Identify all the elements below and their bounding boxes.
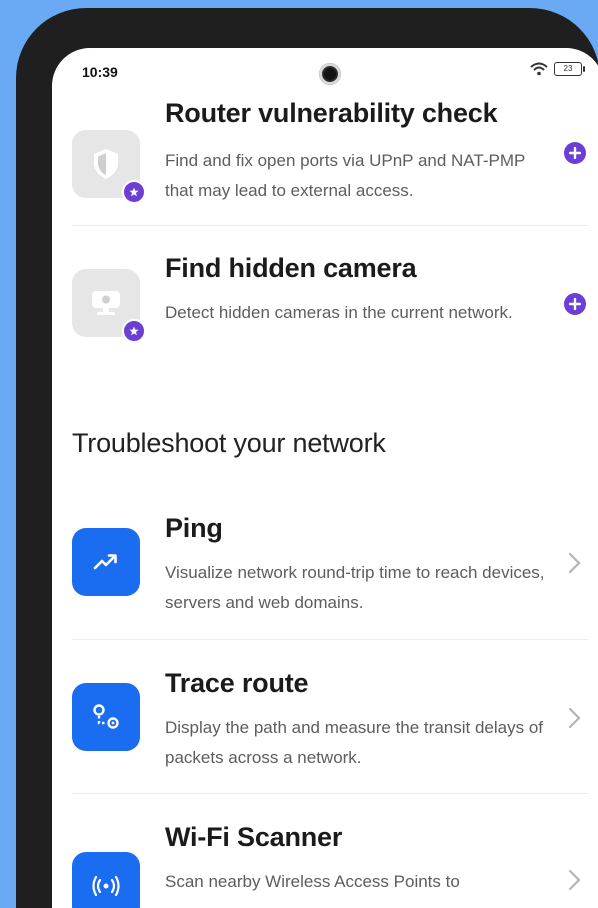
item-title: Ping xyxy=(165,513,223,543)
item-description: Visualize network round-trip time to rea… xyxy=(165,563,545,612)
item-title: Find hidden camera xyxy=(165,253,417,283)
item-title: Trace route xyxy=(165,668,309,698)
add-hidden-camera-button[interactable] xyxy=(564,293,586,315)
divider xyxy=(72,225,588,226)
star-icon xyxy=(129,326,139,336)
trace-route-tile xyxy=(72,683,140,751)
status-icons: 23 xyxy=(530,62,585,76)
ping-tile xyxy=(72,528,140,596)
item-description: Display the path and measure the transit… xyxy=(165,718,543,767)
premium-badge xyxy=(122,180,146,204)
webcam-icon xyxy=(92,291,120,315)
router-vulnerability-tile xyxy=(72,130,146,204)
plus-icon xyxy=(569,298,581,310)
hidden-camera-item[interactable]: Find hidden camera Detect hidden cameras… xyxy=(72,253,588,383)
divider xyxy=(72,639,588,640)
wifi-broadcast-icon xyxy=(92,876,120,896)
star-icon xyxy=(129,187,139,197)
router-vulnerability-item[interactable]: Router vulnerability check Find and fix … xyxy=(72,98,588,228)
section-heading: Troubleshoot your network xyxy=(72,428,386,458)
premium-badge xyxy=(122,319,146,343)
add-router-check-button[interactable] xyxy=(564,142,586,164)
divider xyxy=(72,793,588,794)
wifi-scanner-item[interactable]: Wi-Fi Scanner Scan nearby Wireless Acces… xyxy=(72,822,588,908)
shield-icon xyxy=(94,149,118,179)
trend-icon xyxy=(93,554,117,570)
trace-route-item[interactable]: Trace route Display the path and measure… xyxy=(72,668,588,793)
plus-icon xyxy=(569,147,581,159)
battery-icon: 23 xyxy=(554,62,585,76)
app-screen: 10:39 23 Router vulnerability check Find… xyxy=(52,48,598,908)
item-description: Detect hidden cameras in the current net… xyxy=(165,303,513,322)
wifi-icon xyxy=(530,62,548,76)
status-time: 10:39 xyxy=(82,64,118,80)
item-title: Wi-Fi Scanner xyxy=(165,822,343,852)
ping-item[interactable]: Ping Visualize network round-trip time t… xyxy=(72,513,588,638)
chevron-right-icon[interactable] xyxy=(564,551,584,575)
hidden-camera-tile xyxy=(72,269,146,343)
item-description: Find and fix open ports via UPnP and NAT… xyxy=(165,151,526,200)
front-camera xyxy=(319,63,341,85)
phone-frame: 10:39 23 Router vulnerability check Find… xyxy=(16,8,598,908)
wifi-scanner-tile xyxy=(72,852,140,908)
status-bar: 10:39 23 xyxy=(52,48,598,100)
battery-level: 23 xyxy=(563,64,573,73)
item-title: Router vulnerability check xyxy=(165,98,498,128)
route-pin-icon xyxy=(93,704,119,729)
chevron-right-icon[interactable] xyxy=(564,706,584,730)
